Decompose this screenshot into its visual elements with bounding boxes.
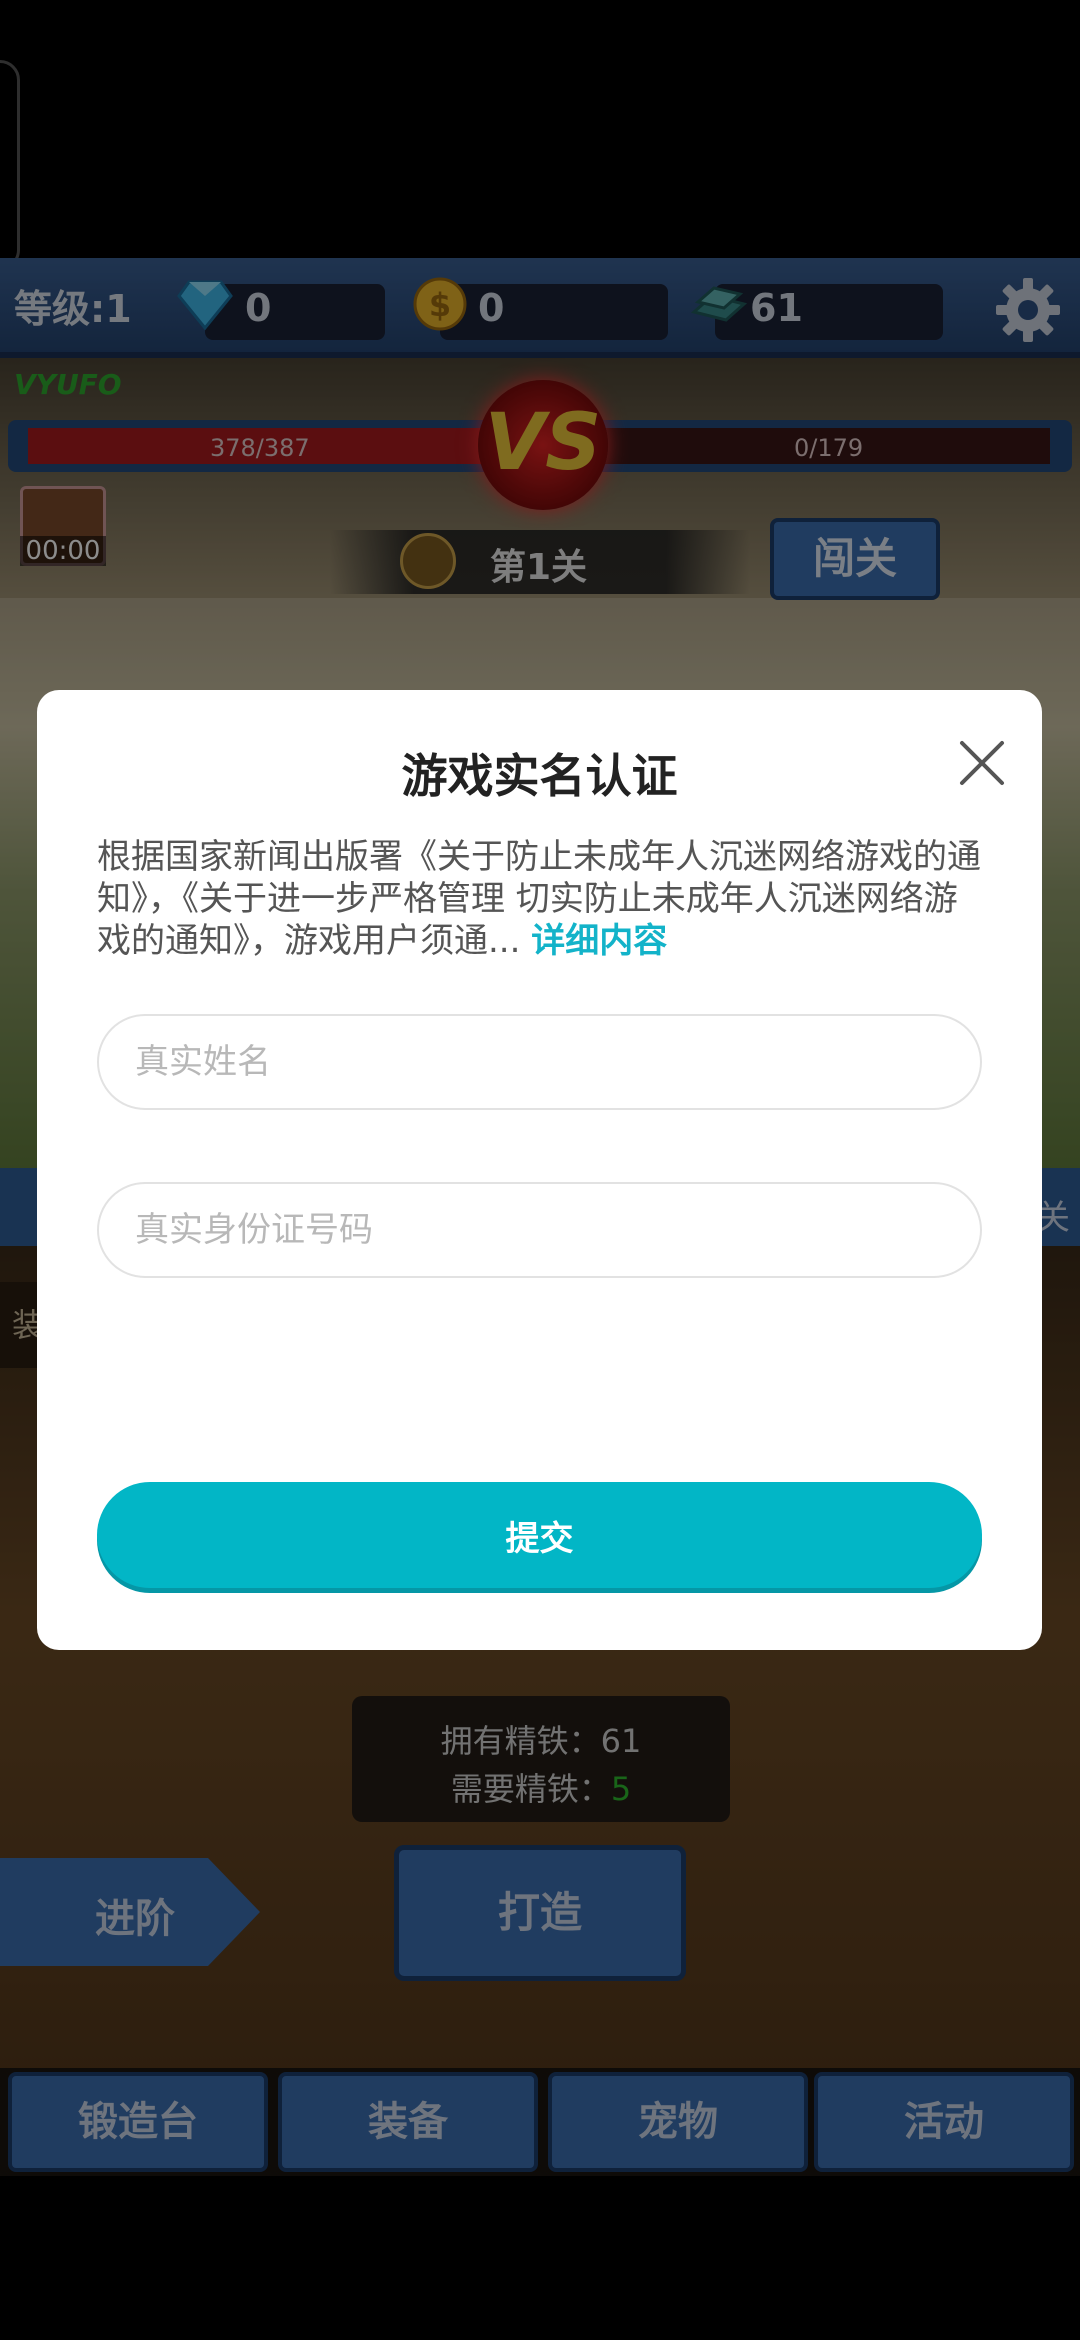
real-name-input[interactable] <box>97 1014 982 1110</box>
id-number-input[interactable] <box>97 1182 982 1278</box>
notice-text: 根据国家新闻出版署《关于防止未成年人沉迷网络游戏的通知》，《关于进一步严格管理 … <box>97 836 987 962</box>
detail-link[interactable]: 详细内容 <box>531 921 667 961</box>
dialog-title: 游戏实名认证 <box>401 749 678 803</box>
real-name-dialog: 游戏实名认证 根据国家新闻出版署《关于防止未成年人沉迷网络游戏的通知》，《关于进… <box>37 690 1042 1650</box>
submit-button[interactable]: 提交 <box>97 1482 982 1588</box>
close-icon[interactable] <box>957 738 1007 788</box>
